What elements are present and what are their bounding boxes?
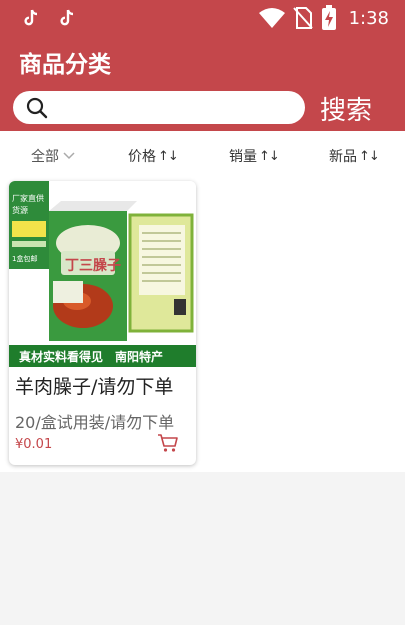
sort-all-label: 全部 (31, 149, 59, 165)
app-header: 1:38 商品分类 搜索 (0, 0, 405, 131)
image-banner-text: 真材实料看得见 南阳特产 (19, 349, 163, 364)
sort-price[interactable]: 价格 ↑↓ (128, 146, 179, 166)
box-brand-text: 丁三臊子 (65, 257, 121, 274)
status-time: 1:38 (348, 7, 389, 29)
search-box[interactable] (13, 91, 305, 124)
sort-arrows-icon: ↑↓ (359, 148, 380, 164)
page-title: 商品分类 (19, 52, 111, 78)
tiktok-icon (24, 9, 38, 26)
sort-new[interactable]: 新品 ↑↓ (329, 146, 380, 166)
wifi-icon (258, 8, 285, 28)
sort-arrows-icon: ↑↓ (158, 148, 179, 164)
search-icon (26, 97, 48, 119)
sort-price-label: 价格 (128, 149, 156, 165)
search-input[interactable] (57, 95, 293, 120)
product-description: 20/盒试用装/请勿下单 (15, 413, 175, 432)
sort-sales-label: 销量 (229, 149, 257, 165)
product-price: ¥0.01 (15, 437, 53, 452)
product-card[interactable]: 厂家直供 货源 1盒包邮 丁三臊子 真材实料看得见 南阳特产 羊肉臊子/请勿下单… (9, 181, 196, 465)
tiktok-icon (60, 9, 74, 26)
product-name: 羊肉臊子/请勿下单 (15, 376, 174, 398)
side-text-2: 货源 (12, 205, 28, 215)
product-photo: 厂家直供 货源 1盒包邮 丁三臊子 真材实料看得见 南阳特产 (9, 181, 196, 367)
search-button[interactable]: 搜索 (320, 90, 380, 126)
sort-new-label: 新品 (329, 149, 357, 165)
battery-charging-icon (321, 5, 336, 30)
side-text-3: 1盒包邮 (12, 254, 37, 263)
no-sim-icon (292, 7, 313, 29)
sort-arrows-icon: ↑↓ (259, 148, 280, 164)
status-bar: 1:38 (0, 0, 405, 38)
sort-sales[interactable]: 销量 ↑↓ (229, 146, 280, 166)
sort-bar: 全部 价格 ↑↓ 销量 ↑↓ 新品 ↑↓ (0, 131, 405, 179)
product-image[interactable]: 厂家直供 货源 1盒包邮 丁三臊子 真材实料看得见 南阳特产 (9, 181, 196, 367)
chevron-down-icon (63, 152, 75, 160)
side-text-1: 厂家直供 (12, 193, 44, 203)
sort-all[interactable]: 全部 (31, 146, 75, 166)
cart-icon[interactable] (157, 433, 179, 453)
